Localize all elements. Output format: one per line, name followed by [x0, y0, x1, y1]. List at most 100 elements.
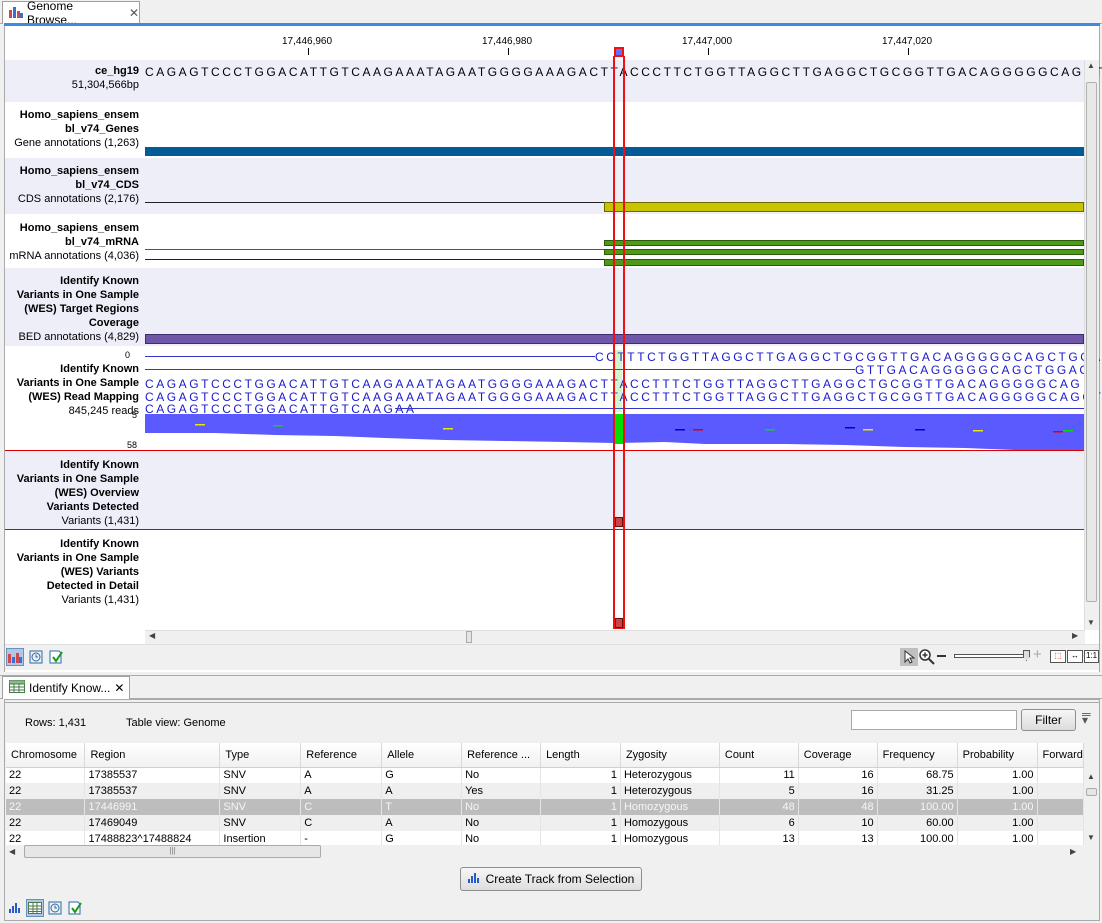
table-row[interactable]: 22 17469049 SNV C A No 1 Homozygous 6 10 60.00 1.00: [6, 815, 1084, 831]
scroll-left-arrow[interactable]: ◀: [149, 631, 155, 640]
table-row[interactable]: 22 17385537 SNV A G No 1 Heterozygous 11 16 68.75 1…: [6, 767, 1084, 783]
scroll-up-arrow[interactable]: ▲: [1087, 772, 1095, 781]
table-cell: [1037, 783, 1084, 799]
table-cell: 22: [6, 767, 86, 783]
column-header[interactable]: Allele: [381, 743, 463, 768]
scroll-up-arrow[interactable]: ▲: [1087, 61, 1095, 70]
track-subtitle: CDS annotations (2,176): [17, 193, 139, 205]
one-to-one-icon[interactable]: 1:1: [1084, 650, 1099, 663]
table-cell: 22: [6, 799, 86, 815]
table-row[interactable]: 22 17446991 SNV C T No 1 Homozygous 48 48 100.00 1.…: [6, 799, 1084, 815]
table-cell: 6: [719, 815, 799, 831]
table-cell: 100.00: [877, 799, 958, 815]
horizontal-scroll-thumb[interactable]: [466, 631, 472, 643]
pointer-icon[interactable]: [900, 648, 918, 666]
selection-column[interactable]: [613, 56, 625, 629]
track-view-icon[interactable]: [6, 648, 24, 666]
table-row[interactable]: 22 17385537 SNV A A Yes 1 Heterozygous 5 16 31.25 1…: [6, 783, 1084, 799]
track-name-line: (WES) Read Mapping: [28, 391, 139, 403]
close-icon[interactable]: ✕: [129, 6, 139, 20]
table-cell: 1: [540, 815, 621, 831]
column-header[interactable]: Type: [219, 743, 302, 768]
table-cell: No: [461, 767, 542, 783]
coverage-axis-top: 0: [125, 350, 131, 360]
table-row[interactable]: 22 17488823^17488824 Insertion - G No 1 Homozyg…: [6, 831, 1084, 845]
column-header[interactable]: Reference: [300, 743, 383, 768]
detail-variant-mark[interactable]: [615, 618, 623, 628]
vertical-scroll-thumb[interactable]: [1086, 82, 1097, 602]
validate-icon[interactable]: [47, 648, 65, 666]
mrna-annotation-bar[interactable]: [604, 240, 1084, 246]
zoom-in-icon[interactable]: [918, 648, 936, 666]
create-track-from-selection-button[interactable]: Create Track from Selection: [460, 867, 642, 891]
table-cell: 22: [6, 815, 86, 831]
scroll-right-arrow[interactable]: ▶: [1072, 631, 1078, 640]
zoom-slider[interactable]: [954, 654, 1028, 658]
horizontal-scrollbar[interactable]: [145, 630, 1085, 644]
fit-width-icon[interactable]: ↔: [1067, 650, 1083, 663]
reference-length: 51,304,566bp: [71, 79, 139, 91]
column-header[interactable]: Forward: [1037, 743, 1084, 768]
table-cell: 1: [540, 767, 621, 783]
track-name-line: bl_v74_Genes: [65, 123, 139, 135]
table-cell: C: [300, 815, 383, 831]
column-header[interactable]: Frequency: [877, 743, 958, 768]
filter-input[interactable]: [851, 710, 1017, 730]
track-name-line: Homo_sapiens_ensem: [19, 165, 139, 177]
ruler-tick: [308, 48, 309, 55]
table-cell: [1037, 799, 1084, 815]
cds-annotation-bar[interactable]: [604, 202, 1084, 212]
scroll-right-arrow[interactable]: ▶: [1070, 847, 1076, 856]
column-header[interactable]: Zygosity: [620, 743, 720, 768]
create-track-icon: [467, 872, 480, 886]
column-header[interactable]: Probability: [957, 743, 1038, 768]
close-icon[interactable]: ✕: [114, 681, 124, 695]
genome-browser-tab[interactable]: Genome Browse... ✕: [2, 0, 140, 27]
scroll-left-arrow[interactable]: ◀: [9, 847, 15, 856]
table-cell: G: [381, 767, 463, 783]
track-subtitle: 845,245 reads: [68, 405, 139, 417]
scroll-down-arrow[interactable]: ▼: [1087, 833, 1095, 842]
read-sequence[interactable]: GTTGACAGGGGGCAGCTGGACCT: [855, 363, 1102, 377]
history-icon[interactable]: [46, 899, 64, 917]
overview-variants-label: Identify Known Variants in One Sample (W…: [4, 458, 139, 528]
mrna-intron-line: [145, 249, 605, 250]
column-header[interactable]: Chromosome: [6, 743, 86, 768]
column-header[interactable]: Count: [719, 743, 799, 768]
table-view-icon[interactable]: [26, 899, 44, 917]
mismatch-mark: [195, 424, 205, 426]
zoom-to-selection-icon[interactable]: ⬚: [1050, 650, 1066, 663]
mrna-annotation-bar[interactable]: [604, 249, 1084, 255]
table-cell: 17385537: [84, 767, 221, 783]
overview-variant-mark[interactable]: [615, 517, 623, 527]
table-cell: 13: [798, 831, 878, 845]
scroll-down-arrow[interactable]: ▼: [1087, 618, 1095, 627]
table-cell: 16: [798, 767, 878, 783]
validate-icon[interactable]: [66, 899, 84, 917]
track-subtitle: Gene annotations (1,263): [14, 137, 139, 149]
reference-track-label: ce_hg19 51,304,566bp: [4, 64, 139, 92]
read-sequence[interactable]: CCTTTCTGGTTAGGCTTGAGGCTGCGGTTGACAGGGGGCA…: [595, 350, 1102, 364]
track-icon[interactable]: [6, 899, 24, 917]
column-header[interactable]: Region: [84, 743, 221, 768]
table-cell: Heterozygous: [620, 783, 720, 799]
variants-table-tab[interactable]: Identify Know... ✕: [2, 676, 130, 699]
history-icon[interactable]: [27, 648, 45, 666]
mrna-intron-line: [145, 259, 605, 260]
table-cell: C: [300, 799, 383, 815]
column-header[interactable]: Reference ...: [461, 743, 542, 768]
filter-button[interactable]: Filter: [1021, 709, 1076, 731]
mrna-annotation-bar[interactable]: [604, 259, 1084, 266]
ruler-tick-label: 17,447,000: [682, 36, 733, 47]
column-options-icon[interactable]: ═ ▾: [1082, 708, 1091, 726]
table-vertical-scroll-thumb[interactable]: [1086, 788, 1097, 796]
zoom-out-icon[interactable]: [937, 655, 946, 657]
target-regions-label: Identify Known Variants in One Sample (W…: [4, 274, 139, 344]
table-cell: Homozygous: [620, 831, 720, 845]
ruler-tick-label: 17,447,020: [882, 36, 933, 47]
table-horizontal-scroll-thumb[interactable]: |||: [24, 845, 321, 858]
column-header[interactable]: Length: [540, 743, 621, 768]
zoom-plus-icon[interactable]: +: [1033, 646, 1042, 663]
column-header[interactable]: Coverage: [798, 743, 878, 768]
mismatch-mark: [845, 427, 855, 429]
